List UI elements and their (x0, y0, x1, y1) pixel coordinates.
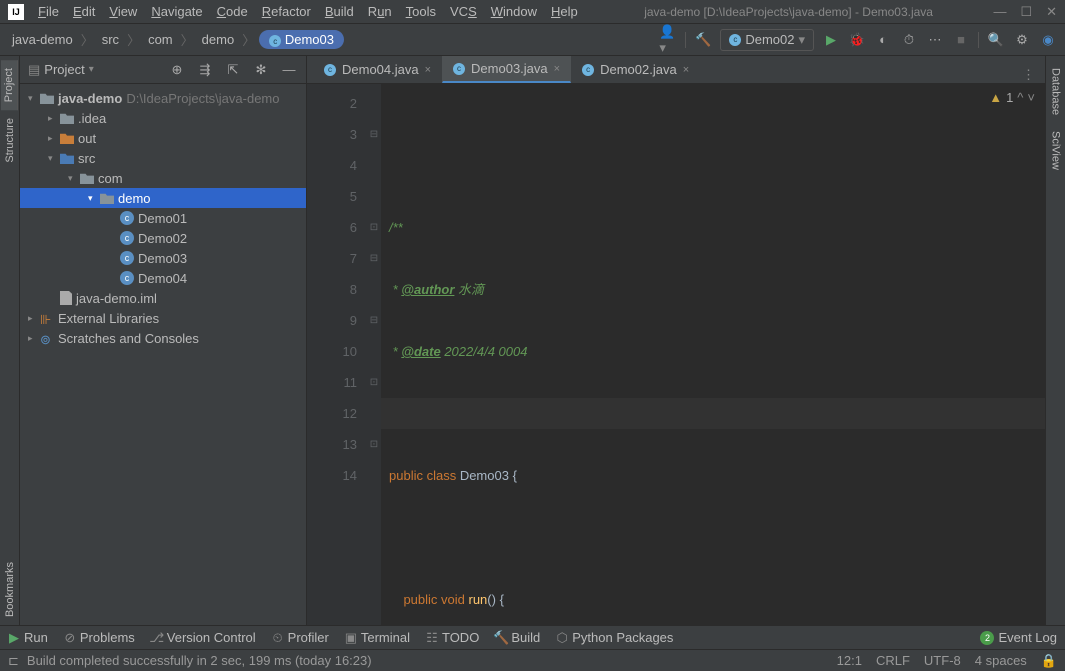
menu-tools[interactable]: Tools (400, 2, 442, 21)
breadcrumb: java-demo〉 src〉 com〉 demo〉 c Demo03 (8, 30, 659, 50)
tool-build[interactable]: 🔨Build (495, 630, 540, 645)
crumb-demo[interactable]: demo (198, 30, 239, 49)
menu-edit[interactable]: Edit (67, 2, 101, 21)
tool-run[interactable]: ▶Run (8, 630, 48, 645)
tree-demo04[interactable]: cDemo04 (20, 268, 306, 288)
tab-demo03[interactable]: cDemo03.java× (442, 56, 571, 83)
sidebar-tab-bookmarks[interactable]: Bookmarks (2, 554, 18, 625)
class-icon: c (729, 34, 741, 46)
menu-code[interactable]: Code (211, 2, 254, 21)
debug-icon[interactable]: 🐞 (848, 31, 866, 49)
status-indent[interactable]: 4 spaces (975, 653, 1027, 669)
tree-demo[interactable]: ▾demo (20, 188, 306, 208)
avatar-icon[interactable]: 👤▾ (659, 31, 677, 49)
menu-run[interactable]: Run (362, 2, 398, 21)
menu-vcs[interactable]: VCS (444, 2, 483, 21)
status-line-sep[interactable]: CRLF (876, 653, 910, 669)
menu-view[interactable]: View (103, 2, 143, 21)
tree-idea[interactable]: ▸.idea (20, 108, 306, 128)
menu-navigate[interactable]: Navigate (145, 2, 208, 21)
window-title: java-demo [D:\IdeaProjects\java-demo] - … (584, 5, 994, 19)
tool-problems[interactable]: ⊘Problems (64, 630, 135, 645)
status-message: Build completed successfully in 2 sec, 1… (27, 653, 372, 668)
menu-help[interactable]: Help (545, 2, 584, 21)
collapse-all-icon[interactable]: ⇱ (224, 61, 242, 79)
settings-icon[interactable]: ⚙ (1013, 31, 1031, 49)
maximize-button[interactable]: ☐ (1020, 4, 1032, 20)
tool-vcs[interactable]: ⎇Version Control (151, 630, 256, 645)
build-icon[interactable]: 🔨 (694, 31, 712, 49)
status-hide-icon[interactable]: ⊏ (8, 653, 19, 669)
tree-src[interactable]: ▾src (20, 148, 306, 168)
project-panel-title: Project (44, 62, 84, 77)
select-opened-icon[interactable]: ⊕ (168, 61, 186, 79)
crumb-class[interactable]: c Demo03 (259, 30, 344, 50)
attach-icon[interactable]: ⋯ (926, 31, 944, 49)
close-icon[interactable]: × (425, 64, 431, 76)
tool-terminal[interactable]: ▣Terminal (345, 630, 410, 645)
close-button[interactable]: ✕ (1046, 4, 1057, 20)
sidebar-tab-database[interactable]: Database (1048, 60, 1064, 123)
sidebar-tab-structure[interactable]: Structure (2, 110, 18, 171)
tree-demo03[interactable]: cDemo03 (20, 248, 306, 268)
inspection-badge[interactable]: ▲ 1 ^˅ (989, 90, 1035, 105)
tree-scratches[interactable]: ▸⊚Scratches and Consoles (20, 328, 306, 348)
readonly-lock-icon[interactable]: 🔒 (1041, 653, 1057, 669)
crumb-src[interactable]: src (98, 30, 123, 49)
fold-gutter[interactable]: ⊟ ⊡⊟ ⊟ ⊡⊡ (367, 84, 381, 625)
run-icon[interactable]: ▶ (822, 31, 840, 49)
sidebar-tab-sciview[interactable]: SciView (1048, 123, 1064, 178)
tab-demo04[interactable]: cDemo04.java× (313, 56, 442, 83)
search-icon[interactable]: 🔍 (987, 31, 1005, 49)
learn-icon[interactable]: ◉ (1039, 31, 1057, 49)
tree-external-libs[interactable]: ▸⊪External Libraries (20, 308, 306, 328)
hide-panel-icon[interactable]: — (280, 61, 298, 79)
sidebar-tab-project[interactable]: Project (1, 60, 18, 110)
status-encoding[interactable]: UTF-8 (924, 653, 961, 669)
menu-build[interactable]: Build (319, 2, 360, 21)
tree-demo01[interactable]: cDemo01 (20, 208, 306, 228)
tool-python[interactable]: ⬡Python Packages (556, 630, 673, 645)
run-config-label: Demo02 (745, 32, 794, 47)
crumb-com[interactable]: com (144, 30, 177, 49)
line-numbers: 234 567 8910 111213 14 (307, 84, 367, 625)
tree-demo02[interactable]: cDemo02 (20, 228, 306, 248)
tree-iml[interactable]: java-demo.iml (20, 288, 306, 308)
tool-event-log[interactable]: 2Event Log (980, 630, 1057, 645)
profile-icon[interactable]: ⏱ (900, 31, 918, 49)
app-logo: IJ (8, 4, 24, 20)
crumb-project[interactable]: java-demo (8, 30, 77, 49)
close-icon[interactable]: × (554, 63, 560, 75)
warning-icon: ▲ (989, 90, 1002, 105)
menu-file[interactable]: File (32, 2, 65, 21)
tree-com[interactable]: ▾com (20, 168, 306, 188)
panel-settings-icon[interactable]: ✻ (252, 61, 270, 79)
tree-out[interactable]: ▸out (20, 128, 306, 148)
stop-icon[interactable]: ■ (952, 31, 970, 49)
minimize-button[interactable]: — (993, 4, 1006, 20)
expand-all-icon[interactable]: ⇶ (196, 61, 214, 79)
menu-refactor[interactable]: Refactor (256, 2, 317, 21)
tab-demo02[interactable]: cDemo02.java× (571, 56, 700, 83)
coverage-icon[interactable]: ◐ (874, 31, 892, 49)
close-icon[interactable]: × (683, 64, 689, 76)
tabs-more-icon[interactable]: ⋮ (1022, 67, 1039, 83)
menu-window[interactable]: Window (485, 2, 543, 21)
status-position[interactable]: 12:1 (837, 653, 862, 669)
run-config-selector[interactable]: c Demo02 ▾ (720, 29, 814, 51)
project-panel-icon: ▤ (28, 62, 40, 78)
tree-root[interactable]: ▾ java-demo D:\IdeaProjects\java-demo (20, 88, 306, 108)
tool-todo[interactable]: ☷TODO (426, 630, 479, 645)
code-editor[interactable]: ▲ 1 ^˅ 234 567 8910 111213 14 ⊟ ⊡⊟ ⊟ ⊡⊡ … (307, 84, 1045, 625)
tool-profiler[interactable]: ⏲Profiler (272, 630, 329, 645)
